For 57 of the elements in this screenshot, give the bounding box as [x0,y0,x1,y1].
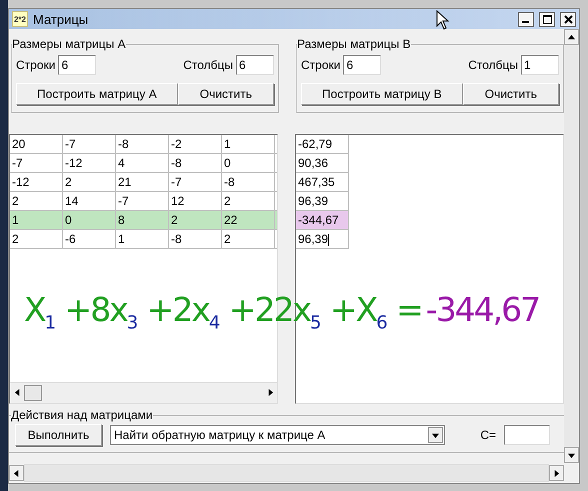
table-cell[interactable]: -8 [169,230,222,249]
table-cell[interactable]: -7 [169,173,222,192]
table-cell[interactable]: -62,79 [296,135,349,154]
table-cell[interactable]: -2 [169,135,222,154]
table-cell[interactable]: 467,35 [296,173,349,192]
table-cell[interactable]: -12 [63,154,116,173]
table-cell[interactable]: 14 [63,192,116,211]
table-cell[interactable]: 20 [10,135,63,154]
table-cell[interactable]: 2 [63,173,116,192]
table-cell[interactable]: 2 [169,211,222,230]
window-title: Матрицы [33,12,88,26]
group-legend: Действия над матрицами [11,408,153,422]
columns-label: Столбцы [183,58,233,72]
table-cell[interactable]: -7 [63,135,116,154]
build-matrix-button[interactable]: Построить матрицу B [301,83,463,105]
build-matrix-button[interactable]: Построить матрицу A [16,83,178,105]
operation-dropdown[interactable]: Найти обратную матрицу к матрице A [110,425,445,445]
table-cell[interactable]: 8 [116,211,169,230]
rows-field[interactable]: 6 [343,55,382,75]
table-cell[interactable]: 2 [222,192,275,211]
table-cell[interactable]: -8 [169,154,222,173]
table-cell[interactable]: 1 [222,135,275,154]
columns-field[interactable]: 6 [236,55,274,75]
group-legend: Размеры матрицы A [12,37,126,51]
rows-label: Строки [16,58,56,72]
clear-button[interactable]: Очистить [462,83,559,105]
table-cell[interactable]: 0 [222,154,275,173]
app-icon: 2*2 [12,11,28,27]
table-cell[interactable]: 12 [169,192,222,211]
table-cell[interactable]: 1 [10,211,63,230]
table-cell[interactable]: -7 [116,192,169,211]
table-cell[interactable]: 21 [116,173,169,192]
run-button[interactable]: Выполнить [15,424,102,446]
table-cell[interactable]: -6 [63,230,116,249]
table-cell[interactable]: 0 [63,211,116,230]
table-cell[interactable]: 4 [116,154,169,173]
rows-label: Строки [301,58,340,72]
result-label: C= [480,428,496,442]
table-cell[interactable]: -8 [116,135,169,154]
clear-button[interactable]: Очистить [178,83,274,105]
table-cell[interactable]: 96,39 [296,230,349,249]
handwritten-value: -344,67 [426,290,540,329]
table-cell[interactable]: 90,36 [296,154,349,173]
table-cell[interactable]: 2 [222,230,275,249]
columns-field[interactable]: 1 [521,55,559,75]
table-cell[interactable]: -7 [10,154,63,173]
table-cell[interactable]: -8 [222,173,275,192]
table-cell[interactable]: -344,67 [296,211,349,230]
table-cell[interactable]: 96,39 [296,192,349,211]
columns-label: Столбцы [468,58,518,72]
table-cell[interactable]: 1 [116,230,169,249]
table-cell[interactable]: 2 [10,230,63,249]
group-legend: Размеры матрицы B [297,37,411,51]
table-cell[interactable]: 22 [222,211,275,230]
rows-field[interactable]: 6 [58,55,96,75]
table-cell[interactable]: 2 [10,192,63,211]
table-cell[interactable]: -12 [10,173,63,192]
